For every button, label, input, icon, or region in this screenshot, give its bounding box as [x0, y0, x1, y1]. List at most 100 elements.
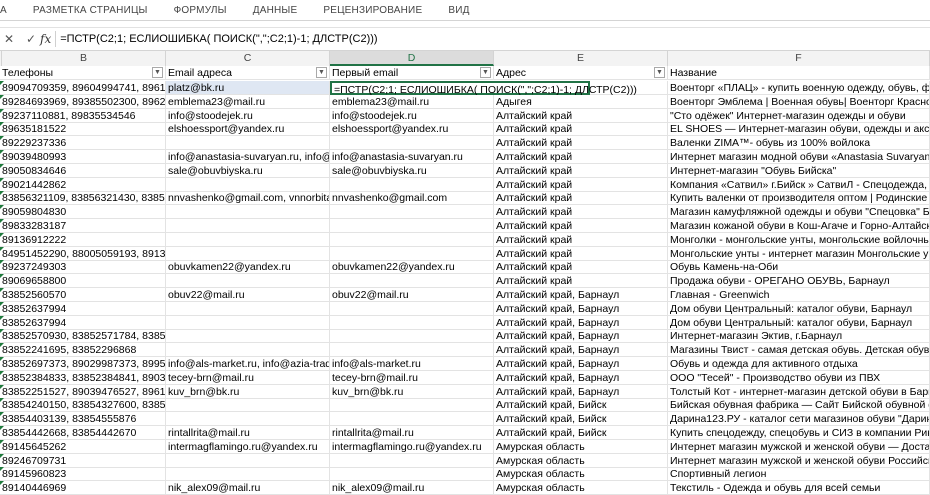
filter-dropdown-icon[interactable]: ▼: [480, 67, 491, 78]
cell-first-email[interactable]: [330, 232, 494, 247]
cell-emails[interactable]: nik_alex09@mail.ru: [166, 481, 330, 495]
cell-emails[interactable]: info@anastasia-suvaryan.ru, info@irena: [166, 150, 330, 164]
cell-address[interactable]: Алтайский край, Барнаул: [494, 370, 668, 385]
cell-address[interactable]: Алтайский край, Барнаул: [494, 329, 668, 344]
cell-address[interactable]: Амурская область: [494, 439, 668, 454]
cell-phones[interactable]: 89237249303: [0, 260, 166, 275]
cell-name[interactable]: Интернет-магазин "Обувь Бийска": [668, 163, 930, 178]
cell-name[interactable]: EL SHOES — Интернет-магазин обуви, одежд…: [668, 122, 930, 137]
cell-name[interactable]: Главная - Greenwich: [668, 288, 930, 302]
column-header-c[interactable]: C: [166, 51, 330, 66]
ribbon-tab-view[interactable]: ВИД: [435, 5, 482, 16]
cell-name[interactable]: Дом обуви Центральный: каталог обуви, Ба…: [668, 301, 930, 316]
cell-address[interactable]: Алтайский край, Барнаул: [494, 288, 668, 302]
cell-name[interactable]: Магазины Твист - самая детская обувь. Де…: [668, 343, 930, 358]
cell-name[interactable]: Интернет магазин мужской и женской обуви…: [668, 453, 930, 468]
header-cell-address[interactable]: Адрес ▼: [494, 66, 668, 80]
cell-emails[interactable]: [166, 412, 330, 427]
cell-address[interactable]: Алтайский край, Барнаул: [494, 343, 668, 358]
cell-address[interactable]: Алтайский край, Барнаул: [494, 315, 668, 330]
filter-dropdown-icon[interactable]: ▼: [316, 67, 327, 78]
cell-address[interactable]: Алтайский край, Бийск: [494, 412, 668, 427]
cell-name[interactable]: Интернет-магазин Эктив, г.Барнаул: [668, 329, 930, 344]
cell-emails[interactable]: info@als-market.ru, info@azia-trade.org: [166, 357, 330, 371]
cell-phones[interactable]: 83852637994: [0, 301, 166, 316]
cell-phones[interactable]: 83852697373, 89029987373, 89952443963: [0, 357, 166, 371]
cell-emails[interactable]: [166, 301, 330, 316]
ribbon-tab-insert[interactable]: КА: [0, 5, 20, 16]
cell-emails[interactable]: [166, 246, 330, 261]
cell-phones[interactable]: 83856321109, 83856321430, 83856321438: [0, 191, 166, 206]
cell-emails[interactable]: kuv_brn@bk.ru: [166, 384, 330, 399]
cell-emails[interactable]: [166, 232, 330, 247]
cell-emails[interactable]: info@stoodejek.ru: [166, 108, 330, 123]
cell-emails[interactable]: sale@obuvbiyska.ru: [166, 163, 330, 178]
column-header-b[interactable]: B: [2, 51, 166, 66]
cell-first-email[interactable]: [330, 315, 494, 330]
cell-emails[interactable]: obuvkamen22@yandex.ru: [166, 260, 330, 275]
header-cell-phones[interactable]: Телефоны ▼: [0, 66, 166, 80]
enter-icon[interactable]: ✓: [26, 32, 36, 46]
cell-name[interactable]: Интернет магазин мужской и женской обуви…: [668, 439, 930, 454]
cell-address[interactable]: Алтайский край, Барнаул: [494, 384, 668, 399]
cell-name[interactable]: Дарина123.РУ - каталог сети магазинов об…: [668, 412, 930, 427]
cell-name[interactable]: "Сто одёжек" Интернет-магазин одежды и о…: [668, 108, 930, 123]
cell-address[interactable]: Алтайский край: [494, 246, 668, 261]
cell-name[interactable]: Купить спецодежду, спецобувь и СИЗ в ком…: [668, 426, 930, 440]
cell-name[interactable]: Купить валенки от производителя оптом | …: [668, 191, 930, 206]
cell-address[interactable]: Амурская область: [494, 453, 668, 468]
cell-name[interactable]: Компания «Сатвил» г.Бийск » СатвиЛ - Спе…: [668, 177, 930, 192]
cell-emails[interactable]: [166, 315, 330, 330]
cell-address[interactable]: Алтайский край: [494, 274, 668, 289]
cancel-icon[interactable]: ✕: [4, 32, 14, 46]
cell-phones[interactable]: 89246709731: [0, 453, 166, 468]
cell-phones[interactable]: 83852637994: [0, 315, 166, 330]
cell-name[interactable]: Монгольские унты - интернет магазин Монг…: [668, 246, 930, 261]
cell-phones[interactable]: 83852384833, 83852384841, 89039477625: [0, 370, 166, 385]
cell-first-email[interactable]: [330, 301, 494, 316]
cell-phones[interactable]: 89237110881, 89835534546: [0, 108, 166, 123]
cell-emails[interactable]: [166, 177, 330, 192]
ribbon-tab-data[interactable]: ДАННЫЕ: [240, 5, 311, 16]
cell-name[interactable]: Военторг Эмблема | Военная обувь| Военто…: [668, 94, 930, 109]
cell-emails[interactable]: [166, 453, 330, 468]
cell-phones[interactable]: 89050834646: [0, 163, 166, 178]
cell-first-email[interactable]: [330, 398, 494, 413]
cell-name[interactable]: Валенки ZIMA™- обувь из 100% войлока: [668, 136, 930, 151]
cell-address[interactable]: Алтайский край: [494, 205, 668, 220]
cell-name[interactable]: Магазин камуфляжной одежды и обуви "Спец…: [668, 205, 930, 220]
cell-first-email[interactable]: [330, 136, 494, 151]
cell-emails[interactable]: [166, 219, 330, 233]
cell-phones[interactable]: 89145960823: [0, 467, 166, 482]
cell-address[interactable]: Алтайский край: [494, 136, 668, 151]
cell-emails[interactable]: nnvashenko@gmail.com, vnnorbita@mail: [166, 191, 330, 206]
cell-address[interactable]: Алтайский край, Барнаул: [494, 301, 668, 316]
cell-phones[interactable]: 89021442862: [0, 177, 166, 192]
cell-first-email[interactable]: kuv_brn@bk.ru: [330, 384, 494, 399]
cell-first-email[interactable]: [330, 274, 494, 289]
cell-first-email[interactable]: [330, 177, 494, 192]
cell-first-email[interactable]: [330, 205, 494, 220]
cell-first-email[interactable]: info@stoodejek.ru: [330, 108, 494, 123]
cell-first-email[interactable]: sale@obuvbiyska.ru: [330, 163, 494, 178]
cell-address[interactable]: Алтайский край: [494, 177, 668, 192]
cell-phones[interactable]: 83854240150, 83854327600, 83854336143, 8…: [0, 398, 166, 413]
ribbon-tab-formulas[interactable]: ФОРМУЛЫ: [161, 5, 240, 16]
cell-name[interactable]: Продажа обуви - ОРЕГАНО ОБУВЬ, Барнаул: [668, 274, 930, 289]
cell-phones[interactable]: 89229237336: [0, 136, 166, 151]
cell-emails[interactable]: obuv22@mail.ru: [166, 288, 330, 302]
cell-emails[interactable]: [166, 343, 330, 358]
column-header-f[interactable]: F: [668, 51, 930, 66]
editing-cell[interactable]: =ПСТР(C2;1; ЕСЛИОШИБКА( ПОИСК(",";C2;1)-…: [330, 81, 637, 96]
cell-phones[interactable]: 89069658800: [0, 274, 166, 289]
cell-phones[interactable]: 89145645262: [0, 439, 166, 454]
cell-address[interactable]: Алтайский край: [494, 150, 668, 164]
filter-dropdown-icon[interactable]: ▼: [654, 67, 665, 78]
cell-phones[interactable]: 83854403139, 83854555876: [0, 412, 166, 427]
cell-emails[interactable]: [166, 467, 330, 482]
cell-emails[interactable]: intermagflamingo.ru@yandex.ru: [166, 439, 330, 454]
cell-phones[interactable]: 89136912222: [0, 232, 166, 247]
cell-name[interactable]: Текстиль - Одежда и обувь для всей семьи: [668, 481, 930, 495]
cell-address[interactable]: Алтайский край: [494, 163, 668, 178]
cell-first-email[interactable]: tecey-brn@mail.ru: [330, 370, 494, 385]
